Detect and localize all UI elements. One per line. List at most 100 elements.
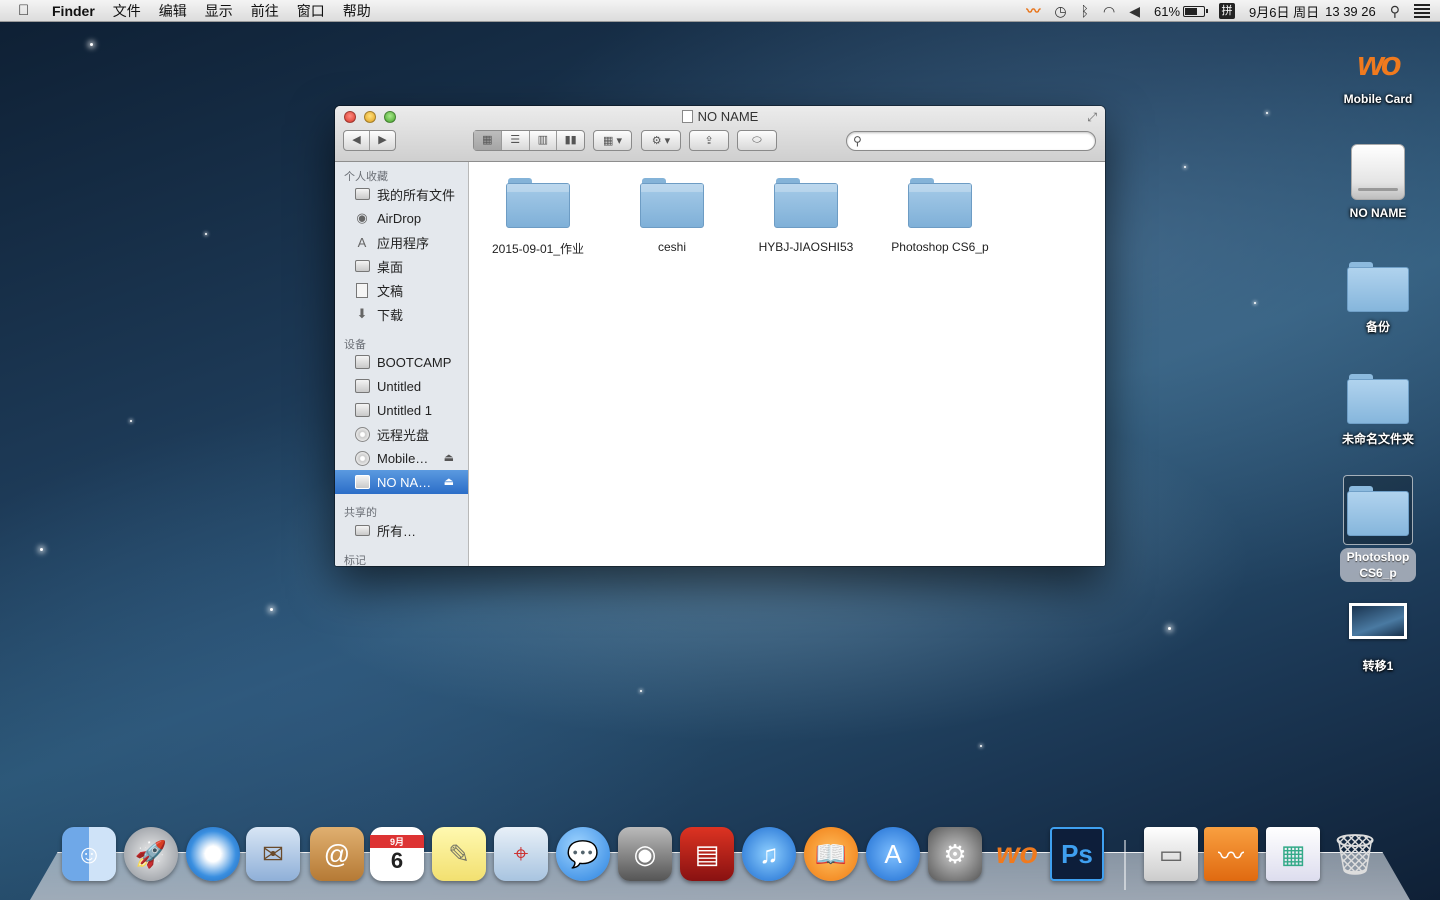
folder-icon [908,178,972,228]
desktop-item-backup-folder[interactable]: 备份 [1328,262,1428,335]
menu-view[interactable]: 显示 [205,1,233,21]
eject-icon[interactable]: ⏏ [444,451,454,464]
action-gear-button[interactable]: ⚙ ▾ [641,130,681,151]
back-button[interactable]: ◀ [344,131,370,150]
star [640,690,642,692]
icon-view-button[interactable]: ▦ [474,131,502,150]
stickies-dock-icon[interactable]: ✎ [432,827,486,881]
notification-center-icon[interactable] [1414,4,1430,18]
app-store-dock-icon[interactable]: A [866,827,920,881]
system-preferences-dock-icon[interactable]: ⚙ [928,827,982,881]
contacts-dock-icon[interactable]: @ [310,827,364,881]
trash-dock-icon[interactable]: 🗑 [1328,827,1382,881]
sidebar-item-untitled[interactable]: Untitled [335,374,468,398]
menu-file[interactable]: 文件 [113,1,141,21]
file-item-folder[interactable]: 2015-09-01_作业 [471,178,605,257]
volume-icon[interactable]: ◀ [1129,3,1140,20]
file-item-folder[interactable]: Photoshop CS6_p [873,178,1007,254]
sidebar-item-bootcamp[interactable]: BOOTCAMP [335,350,468,374]
forward-button[interactable]: ▶ [370,131,395,150]
menu-app-name[interactable]: Finder [52,3,95,19]
list-view-button[interactable]: ☰ [502,131,530,150]
finder-window: NO NAME ⤢ ◀ ▶ ▦ ☰ ▥ ▮▮ ▦ ▾ ⚙ ▾ ⇪ ⬭ ⚲ 个人收… [335,106,1105,566]
maps-dock-icon[interactable]: ⌖ [494,827,548,881]
sidebar-header-tags: 标记 [344,555,366,566]
arrange-button[interactable]: ▦ ▾ [593,130,632,151]
clock-time[interactable]: 13 39 26 [1325,4,1376,19]
menu-edit[interactable]: 编辑 [159,1,187,21]
star [1266,112,1268,114]
input-method-icon[interactable]: 拼 [1219,3,1236,19]
column-view-button[interactable]: ▥ [530,131,558,150]
window-titlebar[interactable]: NO NAME ⤢ ◀ ▶ ▦ ☰ ▥ ▮▮ ▦ ▾ ⚙ ▾ ⇪ ⬭ ⚲ [335,106,1105,162]
desktop-item-mobile-card[interactable]: ᴡo Mobile Card [1328,42,1428,106]
desktop-item-photoshop-folder[interactable]: Photoshop CS6_p [1328,475,1428,582]
sidebar-item-mobile-card[interactable]: Mobile… ⏏ [335,446,468,470]
sidebar-item-remote-disc[interactable]: 远程光盘 [335,422,468,446]
menu-help[interactable]: 帮助 [343,1,371,21]
menu-window[interactable]: 窗口 [297,1,325,21]
desktop-item-no-name-drive[interactable]: NO NAME [1328,144,1428,220]
window-title-text: NO NAME [697,109,759,124]
sidebar-item-airdrop[interactable]: ◉ AirDrop [335,206,468,230]
sidebar-item-no-name[interactable]: NO NA… ⏏ [335,470,468,494]
itunes-dock-icon[interactable]: ♫ [742,827,796,881]
search-input[interactable] [867,133,1087,149]
sidebar-item-all-shared[interactable]: 所有… [335,518,468,542]
photoshop-dock-icon[interactable]: Ps [1050,827,1104,881]
calendar-dock-icon[interactable]: 9月 6 [370,827,424,881]
sidebar-item-label: NO NA… [377,474,432,490]
share-button[interactable]: ⇪ [689,130,729,151]
sidebar-item-downloads[interactable]: ⬇ 下载 [335,302,468,326]
file-item-folder[interactable]: ceshi [605,178,739,254]
desktop-item-transfer-image[interactable]: 转移1 [1328,603,1428,674]
desktop-item-label: 备份 [1365,320,1390,334]
photo-booth-dock-icon[interactable]: ▤ [680,827,734,881]
sidebar-item-label: Mobile… [377,450,429,466]
unicom-stack-dock-icon[interactable]: 〰 [1204,827,1258,881]
sidebar-item-desktop[interactable]: 桌面 [335,254,468,278]
mail-dock-icon[interactable]: ✉ [246,827,300,881]
sidebar-item-all-my-files[interactable]: 我的所有文件 [335,182,468,206]
bluetooth-icon[interactable]: ᛒ [1081,3,1089,19]
star [205,233,207,235]
sidebar-item-applications[interactable]: A 应用程序 [335,230,468,254]
tag-button[interactable]: ⬭ [737,130,777,151]
menu-go[interactable]: 前往 [251,1,279,21]
hard-disk-icon [353,353,371,371]
clock-date[interactable]: 9月6日 周日 [1249,2,1319,21]
finder-dock-icon[interactable]: ☺ [62,827,116,881]
file-browser-content[interactable]: 2015-09-01_作业 ceshi HYBJ-JIAOSHI53 Photo… [469,162,1105,566]
sidebar-header-devices: 设备 [344,339,366,351]
unicom-status-icon[interactable]: 〰 [1026,1,1040,21]
unicom-dock-icon[interactable]: ᴡo [990,827,1044,881]
downloads-stack-dock-icon[interactable]: ▦ [1266,827,1320,881]
time-machine-icon[interactable]: ◷ [1054,3,1066,20]
file-item-folder[interactable]: HYBJ-JIAOSHI53 [739,178,873,254]
sidebar-item-documents[interactable]: 文稿 [335,278,468,302]
spotlight-icon[interactable]: ⚲ [1390,3,1400,20]
fullscreen-icon[interactable]: ⤢ [1087,110,1097,125]
documents-stack-dock-icon[interactable]: ▭ [1144,827,1198,881]
messages-dock-icon[interactable]: 💬 [556,827,610,881]
ibooks-dock-icon[interactable]: 📖 [804,827,858,881]
facetime-dock-icon[interactable]: ◉ [618,827,672,881]
safari-dock-icon[interactable]: ✦ [186,827,240,881]
desktop-item-untitled-folder[interactable]: 未命名文件夹 [1328,374,1428,447]
network-computer-icon [353,521,371,539]
battery-status[interactable]: 61% [1154,4,1209,19]
search-field[interactable]: ⚲ [846,131,1096,151]
wifi-icon[interactable]: ◠ [1103,3,1115,20]
calendar-month: 9月 [370,834,424,848]
volume-proxy-icon[interactable] [681,110,693,123]
launchpad-dock-icon[interactable]: 🚀 [124,827,178,881]
applications-icon: A [357,234,367,250]
sidebar-item-untitled-1[interactable]: Untitled 1 [335,398,468,422]
eject-icon[interactable]: ⏏ [444,475,454,488]
folder-icon [640,178,704,228]
coverflow-view-button[interactable]: ▮▮ [557,131,584,150]
search-icon: ⚲ [853,134,862,148]
apple-menu-icon[interactable]:  [18,2,38,19]
folder-icon [774,178,838,228]
image-thumbnail-icon [1349,603,1407,639]
